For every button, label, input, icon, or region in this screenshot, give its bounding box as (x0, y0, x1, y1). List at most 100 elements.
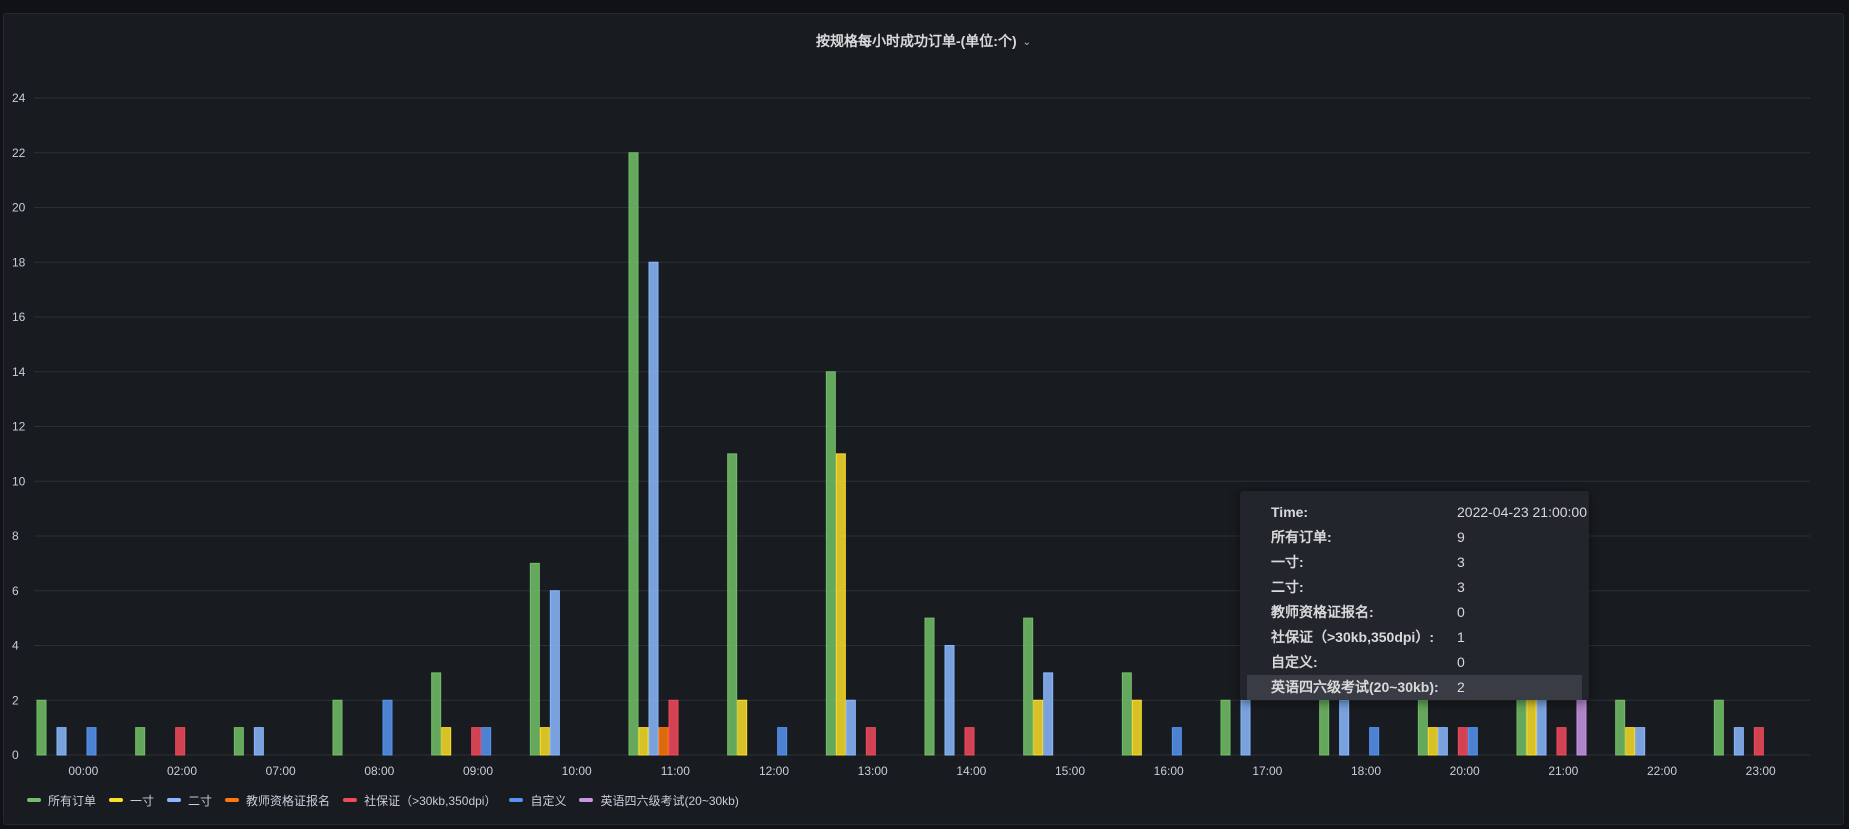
bar[interactable] (86, 727, 97, 756)
bar[interactable] (1369, 727, 1380, 756)
bar[interactable] (135, 727, 146, 756)
bar[interactable] (1033, 699, 1044, 756)
tooltip-row: 社保证（>30kb,350dpi）: 1 (1247, 625, 1582, 650)
bar[interactable] (56, 727, 67, 756)
x-tick-label: 02:00 (167, 764, 197, 778)
bar[interactable] (382, 699, 393, 756)
legend-item[interactable]: 社保证（>30kb,350dpi） (343, 792, 496, 809)
bar[interactable] (1625, 727, 1636, 756)
bar[interactable] (1615, 699, 1626, 756)
bar[interactable] (539, 727, 550, 756)
legend-label[interactable]: 英语四六级考试(20~30kb) (600, 792, 738, 809)
y-tick-label: 18 (12, 255, 26, 269)
bar[interactable] (668, 699, 679, 756)
x-tick-label: 07:00 (266, 764, 296, 778)
bar[interactable] (1319, 699, 1330, 756)
tooltip-value: 3 (1457, 554, 1465, 570)
bar[interactable] (845, 699, 856, 756)
bar[interactable] (1437, 727, 1448, 756)
bar[interactable] (825, 371, 836, 756)
x-tick-label: 21:00 (1548, 764, 1578, 778)
legend-swatch (343, 798, 358, 802)
bar[interactable] (1635, 727, 1646, 756)
bar[interactable] (658, 727, 669, 756)
bar[interactable] (1417, 699, 1428, 756)
legend: 所有订单 一寸 二寸 教师资格证报名 社保证（>30kb,350dpi） 自定义 英语四六级… (27, 792, 752, 808)
legend-item[interactable]: 所有订单 (27, 792, 96, 809)
tooltip-value: 2022-04-23 21:00:00 (1457, 504, 1587, 520)
bar[interactable] (1121, 672, 1132, 756)
bar[interactable] (549, 590, 560, 756)
x-tick-label: 23:00 (1746, 764, 1776, 778)
bar[interactable] (924, 617, 935, 756)
tooltip-row: 教师资格证报名: 0 (1247, 600, 1582, 625)
bar[interactable] (628, 152, 639, 756)
y-tick-label: 20 (12, 201, 26, 215)
tooltip-label: 二寸: (1271, 579, 1304, 595)
bar[interactable] (638, 727, 649, 756)
legend-label[interactable]: 教师资格证报名 (246, 792, 330, 809)
y-tick-label: 12 (12, 420, 26, 434)
legend-label[interactable]: 自定义 (530, 792, 566, 809)
legend-label[interactable]: 社保证（>30kb,350dpi） (364, 792, 496, 809)
legend-item[interactable]: 教师资格证报名 (225, 792, 330, 809)
legend-label[interactable]: 二寸 (188, 792, 212, 809)
legend-swatch (225, 798, 240, 802)
bar[interactable] (253, 727, 264, 756)
bar[interactable] (36, 699, 47, 756)
bar[interactable] (1427, 727, 1438, 756)
legend-item[interactable]: 一寸 (109, 792, 154, 809)
y-tick-label: 24 (12, 91, 26, 105)
bar[interactable] (1220, 699, 1231, 756)
bar[interactable] (1043, 672, 1054, 756)
legend-item[interactable]: 自定义 (509, 792, 566, 809)
bar[interactable] (1457, 727, 1468, 756)
legend-item[interactable]: 英语四六级考试(20~30kb) (579, 792, 739, 809)
bar[interactable] (481, 727, 492, 756)
tooltip-value: 2 (1457, 679, 1465, 695)
bar[interactable] (441, 727, 452, 756)
bar-chart[interactable]: 02468101214161820222400:00 02:00 07:00 08:0… (0, 0, 1849, 829)
legend-label[interactable]: 所有订单 (48, 792, 96, 809)
bar[interactable] (737, 699, 748, 756)
bar[interactable] (1713, 699, 1724, 756)
y-tick-label: 2 (12, 693, 19, 707)
bar[interactable] (865, 727, 876, 756)
bar[interactable] (1467, 727, 1478, 756)
bar[interactable] (964, 727, 975, 756)
y-tick-label: 10 (12, 474, 26, 488)
bar[interactable] (835, 453, 846, 756)
bar[interactable] (1023, 617, 1034, 756)
tooltip-row: 自定义: 0 (1247, 650, 1582, 675)
bar[interactable] (777, 727, 788, 756)
tooltip-row: 一寸: 3 (1247, 550, 1582, 575)
bar[interactable] (1131, 699, 1142, 756)
y-tick-label: 0 (12, 748, 19, 762)
bar[interactable] (471, 727, 482, 756)
y-tick-label: 14 (12, 365, 26, 379)
bar[interactable] (1753, 727, 1764, 756)
legend-swatch (167, 798, 182, 802)
bar[interactable] (529, 562, 540, 756)
bar[interactable] (944, 645, 955, 756)
legend-item[interactable]: 二寸 (167, 792, 212, 809)
bar[interactable] (648, 261, 659, 756)
x-tick-label: 12:00 (759, 764, 789, 778)
x-tick-label: 13:00 (858, 764, 888, 778)
bar[interactable] (431, 672, 442, 756)
bar[interactable] (1556, 727, 1567, 756)
bar[interactable] (1240, 699, 1251, 756)
bar[interactable] (1576, 699, 1587, 756)
bar[interactable] (1733, 727, 1744, 756)
y-tick-label: 6 (12, 584, 19, 598)
bar[interactable] (175, 727, 186, 756)
tooltip-row: 英语四六级考试(20~30kb): 2 (1247, 675, 1582, 700)
bar[interactable] (233, 727, 244, 756)
x-tick-label: 14:00 (956, 764, 986, 778)
bar[interactable] (727, 453, 738, 756)
bar[interactable] (1339, 699, 1350, 756)
legend-label[interactable]: 一寸 (130, 792, 154, 809)
bar[interactable] (1171, 727, 1182, 756)
legend-swatch (579, 798, 594, 802)
bar[interactable] (332, 699, 343, 756)
